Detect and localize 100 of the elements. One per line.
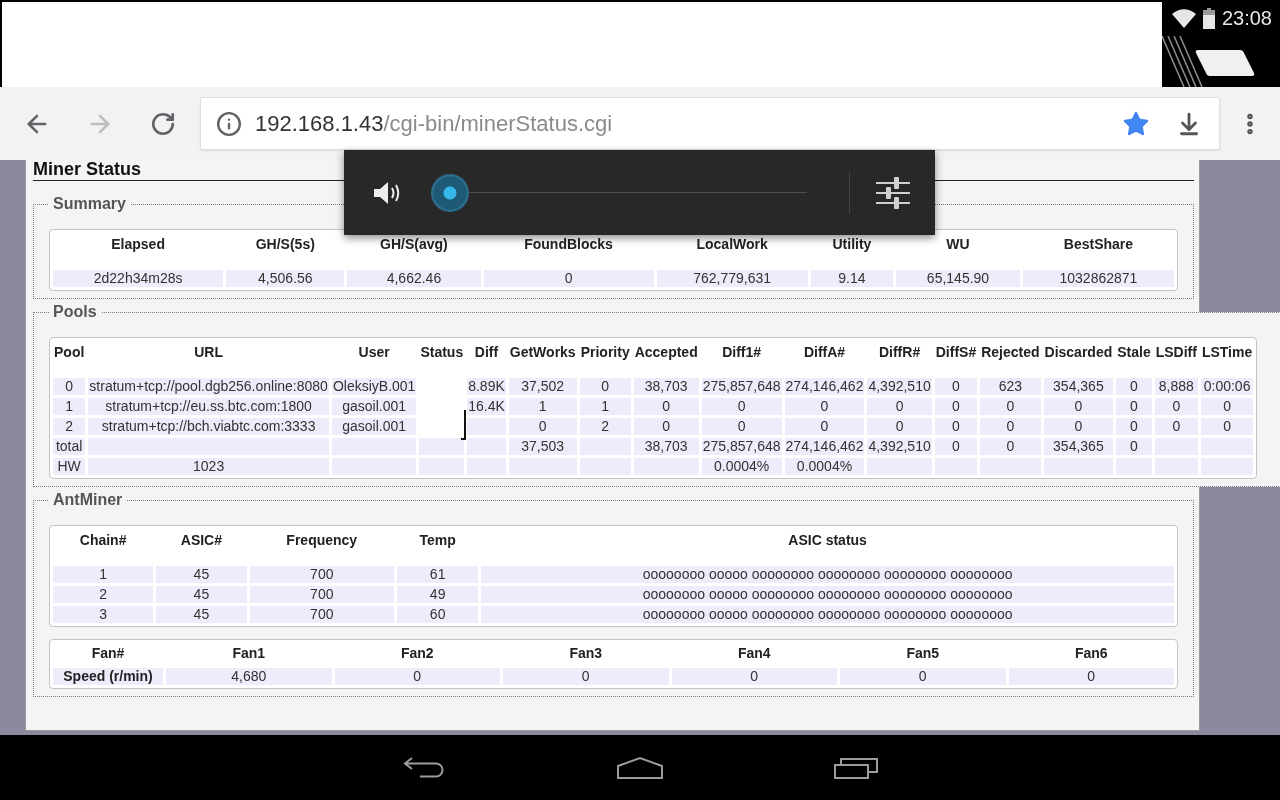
table-cell: 0 (934, 418, 978, 435)
table-cell: 0 (633, 418, 699, 435)
table-cell: 61 (397, 566, 479, 583)
table-cell: 60 (397, 606, 479, 623)
column-header: Fan6 (1073, 644, 1109, 663)
table-cell: 16.4K (467, 398, 506, 415)
table-cell: 38,703 (633, 438, 699, 455)
column-header: Stale (1116, 343, 1152, 362)
column-header: GH/S(5s) (254, 235, 316, 254)
table-cell: 37,502 (508, 378, 577, 395)
column-header: Temp (418, 531, 457, 550)
column-header: URL (193, 343, 224, 362)
table-cell: 354,365 (1043, 378, 1114, 395)
column-header: DiffA# (802, 343, 847, 362)
table-cell: 4,662.46 (347, 270, 481, 287)
table-cell: 0 (508, 418, 577, 435)
sliders-icon[interactable] (876, 175, 910, 210)
column-header: Fan# (90, 644, 126, 663)
table-cell: 0 (1116, 438, 1152, 455)
table-cell: stratum+tcp://eu.ss.btc.com:1800 (88, 398, 329, 415)
slider-thumb[interactable] (431, 173, 469, 212)
table-cell: 274,146,462 (784, 438, 865, 455)
column-header: Fan5 (905, 644, 941, 663)
wifi-icon (1171, 8, 1196, 28)
empty-cell (467, 438, 506, 455)
table-cell: gasoil.001 (331, 418, 417, 435)
table-cell: 0 (53, 378, 86, 395)
table-cell: 0 (1154, 418, 1198, 435)
recents-icon[interactable] (833, 755, 879, 780)
column-header: GetWorks (508, 343, 577, 362)
table-cell: 0 (503, 668, 669, 685)
back-icon[interactable] (402, 756, 446, 779)
table-cell: 0 (1200, 418, 1254, 435)
clock-text: 23:08 (1221, 7, 1272, 29)
table-cell: 1 (53, 566, 154, 583)
row-header: Speed (r/min) (53, 668, 163, 685)
table-cell: 0 (867, 398, 932, 415)
column-header: LSDiff (1154, 343, 1198, 362)
column-header: Rejected (980, 343, 1041, 362)
star-icon[interactable] (1122, 109, 1150, 138)
table-cell: 0 (934, 378, 978, 395)
info-icon[interactable] (216, 110, 242, 137)
column-header: Status (419, 343, 465, 362)
home-icon[interactable] (616, 755, 664, 780)
table-cell: 1 (508, 398, 577, 415)
table-cell: 0 (1116, 378, 1152, 395)
column-header: ASIC status (787, 531, 868, 550)
column-header: Diff1# (721, 343, 763, 362)
table-cell: total (53, 438, 86, 455)
table-cell: 354,365 (1043, 438, 1114, 455)
table-cell: 2 (53, 586, 154, 603)
table-cell: 700 (249, 566, 394, 583)
address-field[interactable]: 192.168.1.43/cgi-bin/minerStatus.cgi (200, 97, 1220, 150)
table-cell: 2d22h34m28s (53, 270, 224, 287)
table-cell: 700 (249, 586, 394, 603)
column-header: FoundBlocks (523, 235, 614, 254)
url-text: 192.168.1.43/cgi-bin/minerStatus.cgi (255, 110, 614, 137)
table-cell: 0 (671, 668, 837, 685)
column-header: DiffR# (877, 343, 922, 362)
table-cell: 37,503 (508, 438, 577, 455)
table-cell: 275,857,648 (701, 438, 782, 455)
column-header: ASIC# (179, 531, 223, 550)
table-cell: 0 (1043, 398, 1114, 415)
table-cell: 274,146,462 (784, 378, 865, 395)
table-cell: 0.0004% (784, 458, 865, 475)
table-cell: 0 (840, 668, 1006, 685)
table-cell: 0 (980, 398, 1041, 415)
reload-icon[interactable] (150, 110, 176, 137)
table-cell: oooooooo ooooo oooooooo oooooooo oooooooo oooooooo (481, 566, 1174, 583)
table-cell: 8,888 (1154, 378, 1198, 395)
volume-slider[interactable] (431, 173, 807, 212)
table-cell: 0 (1043, 418, 1114, 435)
column-header: Elapsed (110, 235, 166, 254)
table-cell: 1023 (88, 458, 329, 475)
table-cell: 49 (397, 586, 479, 603)
column-header: DiffS# (934, 343, 978, 362)
table-cell: 0 (980, 438, 1041, 455)
column-header: Fan4 (736, 644, 772, 663)
table-cell: 4,680 (166, 668, 332, 685)
table-cell: 38,703 (633, 378, 699, 395)
table-cell: 623 (980, 378, 1041, 395)
table-cell: 1 (579, 398, 631, 415)
table-cell: 0 (1008, 668, 1174, 685)
column-header: User (357, 343, 391, 362)
battery-icon (1202, 7, 1215, 29)
table-cell: 1032862871 (1022, 270, 1174, 287)
table-cell: 65,145.90 (896, 270, 1020, 287)
column-header: Priority (579, 343, 631, 362)
table-cell: 1 (53, 398, 86, 415)
table-cell: 45 (156, 566, 247, 583)
table-cell: 0 (1200, 398, 1254, 415)
section-legend: Pools (49, 303, 101, 321)
table-cell: 0 (483, 270, 654, 287)
table-cell: 0 (784, 418, 865, 435)
column-header: Pool (53, 343, 86, 362)
empty-cell (1200, 458, 1254, 475)
column-header: Accepted (633, 343, 699, 362)
table-cell: 0 (980, 418, 1041, 435)
table-cell: 0 (934, 398, 978, 415)
table-cell: 4,392,510 (867, 438, 932, 455)
